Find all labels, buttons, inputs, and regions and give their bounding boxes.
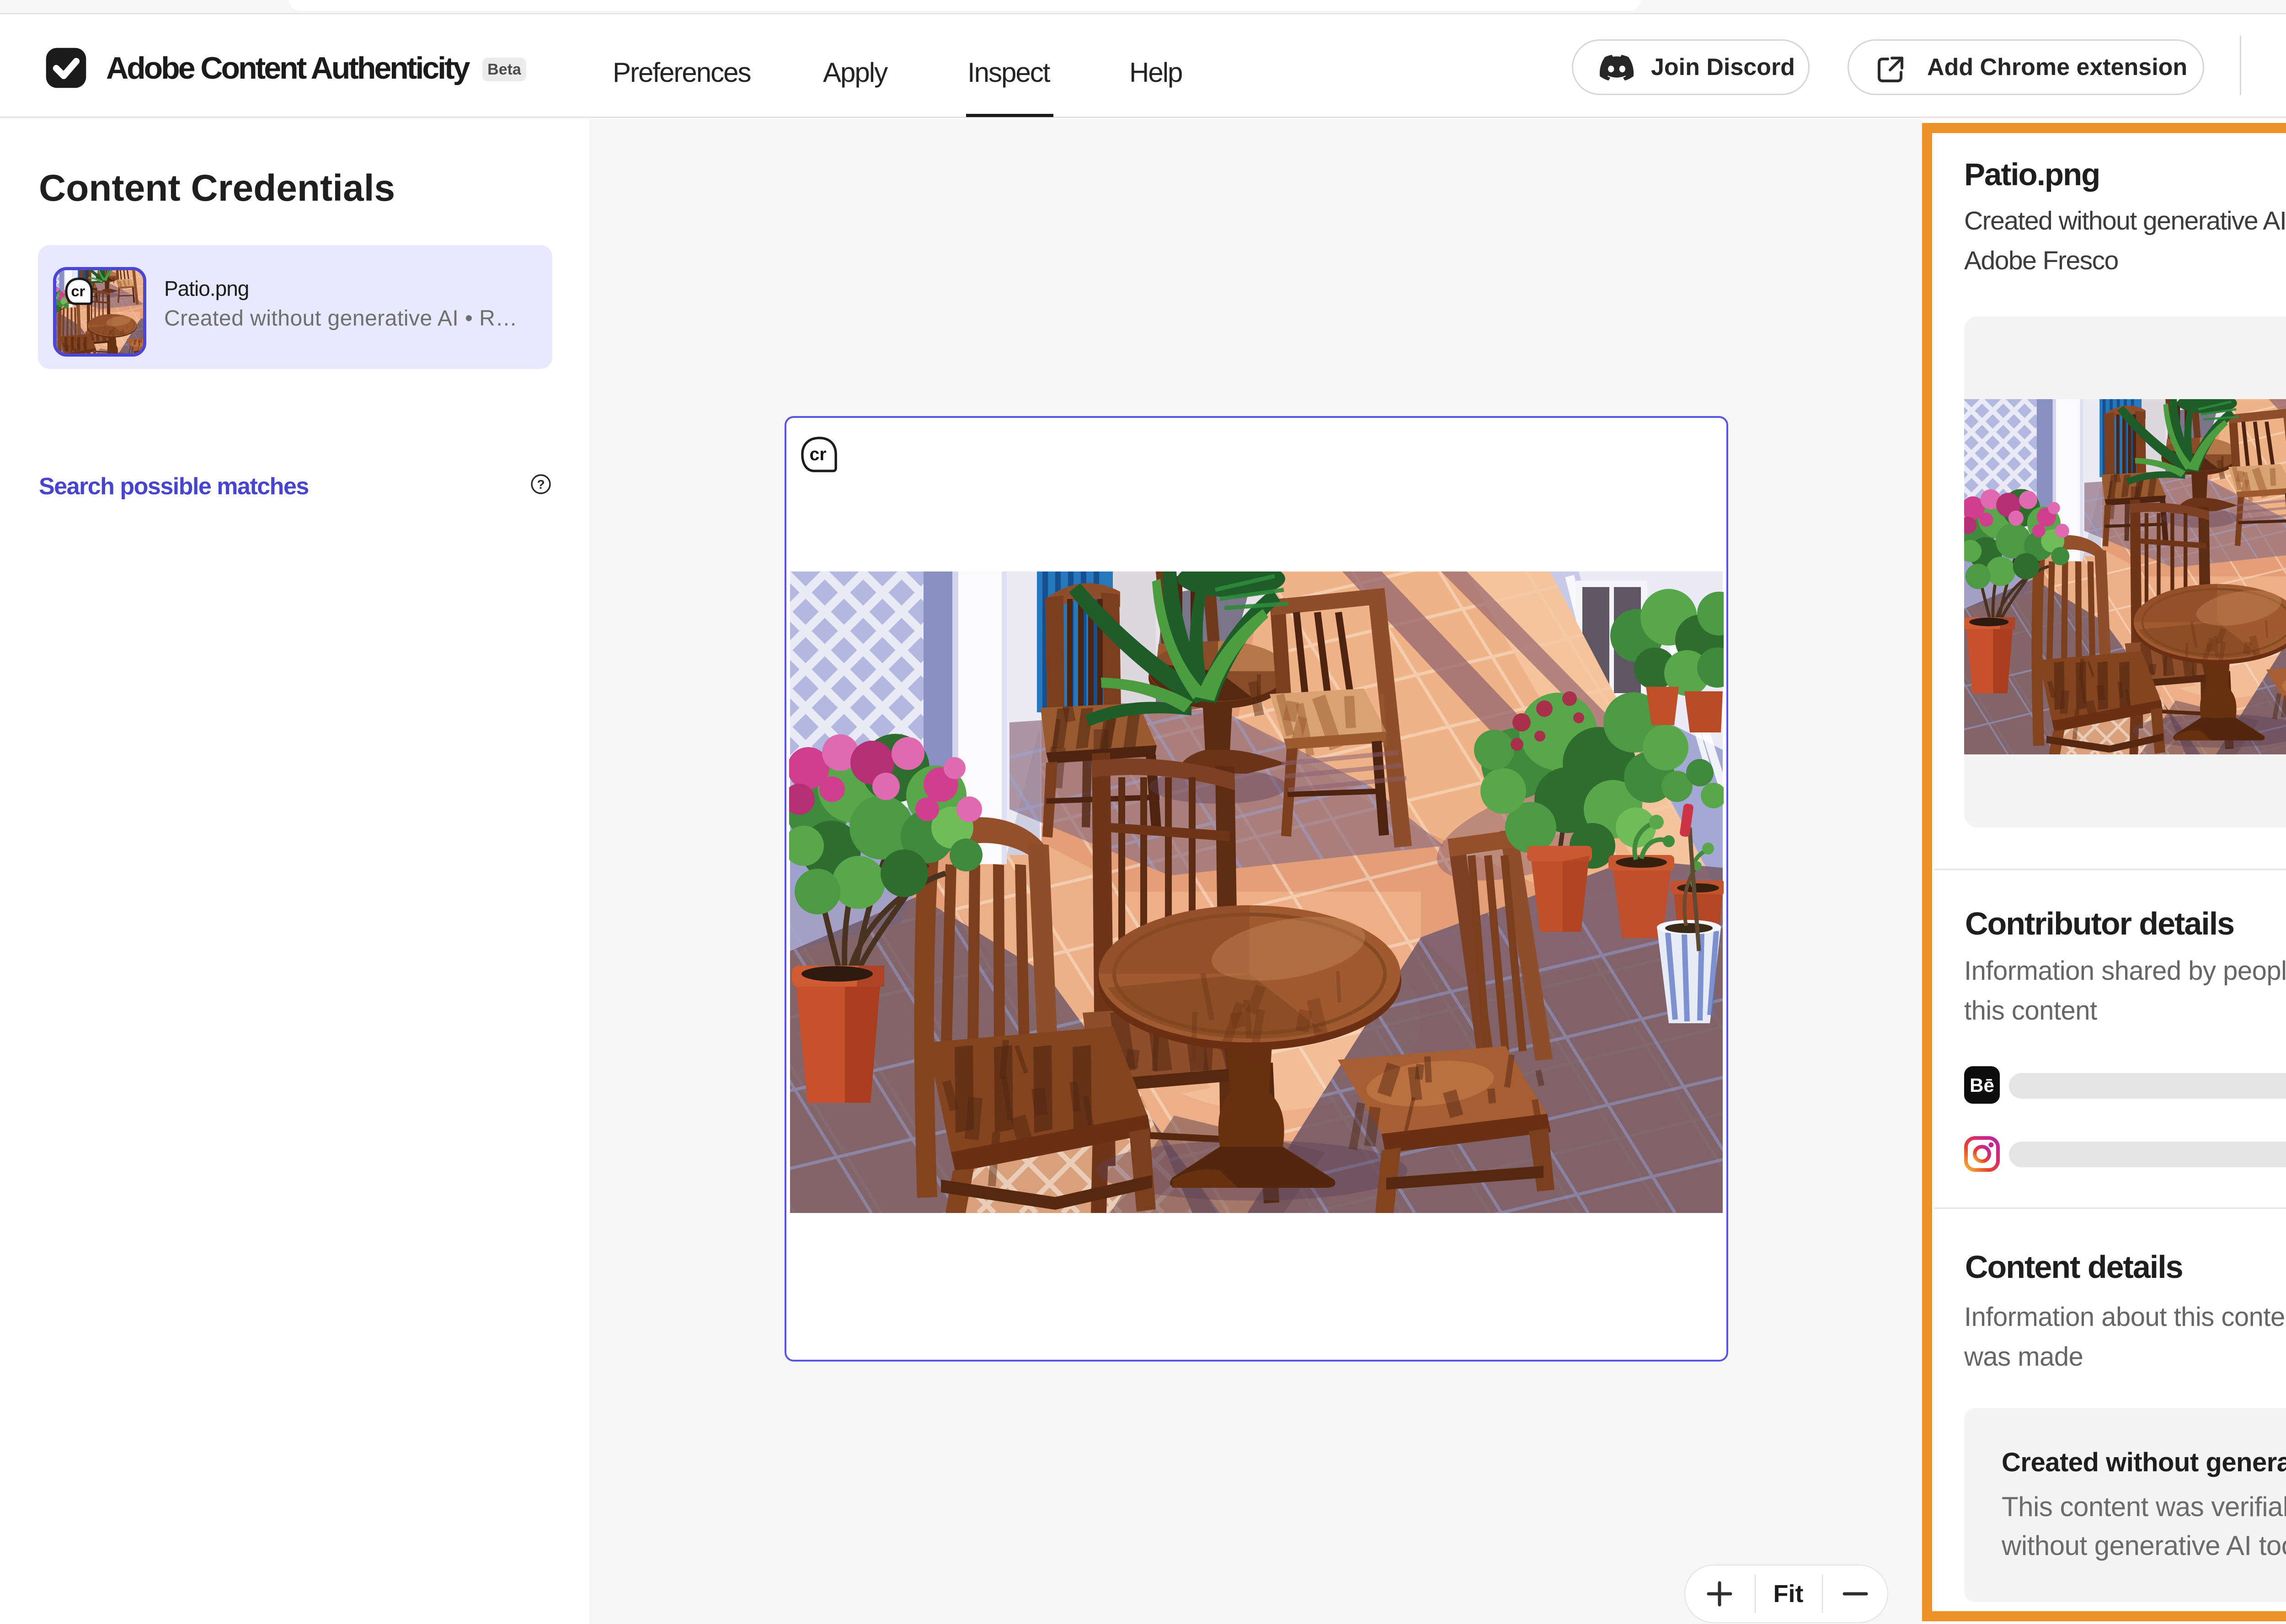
svg-text:cr: cr: [810, 445, 827, 465]
svg-text:?: ?: [537, 477, 545, 491]
svg-text:Bē: Bē: [1970, 1074, 1994, 1096]
svg-text:cr: cr: [71, 283, 85, 299]
